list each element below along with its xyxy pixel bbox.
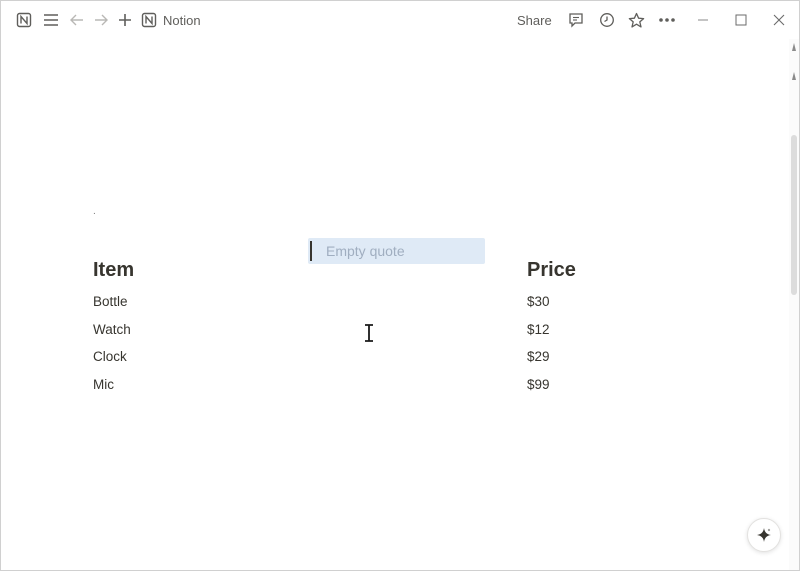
scroll-thumb[interactable] bbox=[791, 135, 797, 295]
more-dots-icon[interactable] bbox=[655, 10, 679, 30]
arrow-right-icon[interactable] bbox=[91, 11, 111, 29]
vertical-scrollbar[interactable] bbox=[789, 39, 799, 570]
close-icon[interactable] bbox=[767, 10, 791, 30]
column-header-price[interactable]: Price bbox=[527, 259, 576, 282]
empty-block-marker: . bbox=[93, 206, 96, 217]
star-icon[interactable] bbox=[625, 10, 647, 30]
breadcrumb[interactable]: Notion bbox=[141, 10, 201, 30]
scroll-up-arrow-icon[interactable] bbox=[792, 43, 796, 51]
notion-page-icon bbox=[141, 12, 157, 28]
quote-placeholder: Empty quote bbox=[326, 243, 405, 259]
table-cell-item[interactable]: Bottle bbox=[93, 294, 128, 309]
minimize-icon[interactable] bbox=[691, 10, 715, 30]
title-bar: Notion Share bbox=[1, 1, 799, 39]
table-cell-price[interactable]: $99 bbox=[527, 377, 550, 392]
maximize-icon[interactable] bbox=[729, 10, 753, 30]
arrow-left-icon[interactable] bbox=[67, 11, 87, 29]
sparkle-icon[interactable] bbox=[747, 518, 781, 552]
table-cell-item[interactable]: Clock bbox=[93, 349, 127, 364]
breadcrumb-label: Notion bbox=[163, 12, 201, 28]
table-cell-price[interactable]: $30 bbox=[527, 294, 550, 309]
comment-icon[interactable] bbox=[565, 10, 587, 30]
i-beam-cursor-icon bbox=[363, 324, 375, 342]
table-cell-item[interactable]: Watch bbox=[93, 322, 131, 337]
notion-logo-icon[interactable] bbox=[15, 11, 33, 29]
app-window: Notion Share . Empty quote Item Price Bo… bbox=[0, 0, 800, 571]
quote-block[interactable]: Empty quote bbox=[308, 238, 485, 264]
share-button[interactable]: Share bbox=[517, 10, 552, 30]
table-cell-price[interactable]: $29 bbox=[527, 349, 550, 364]
hamburger-menu-icon[interactable] bbox=[41, 11, 61, 29]
scroll-marker-icon bbox=[792, 72, 796, 80]
table-cell-price[interactable]: $12 bbox=[527, 322, 550, 337]
clock-icon[interactable] bbox=[596, 10, 618, 30]
table-cell-item[interactable]: Mic bbox=[93, 377, 114, 392]
text-caret bbox=[310, 241, 312, 261]
column-header-item[interactable]: Item bbox=[93, 259, 134, 282]
plus-icon[interactable] bbox=[115, 11, 135, 29]
